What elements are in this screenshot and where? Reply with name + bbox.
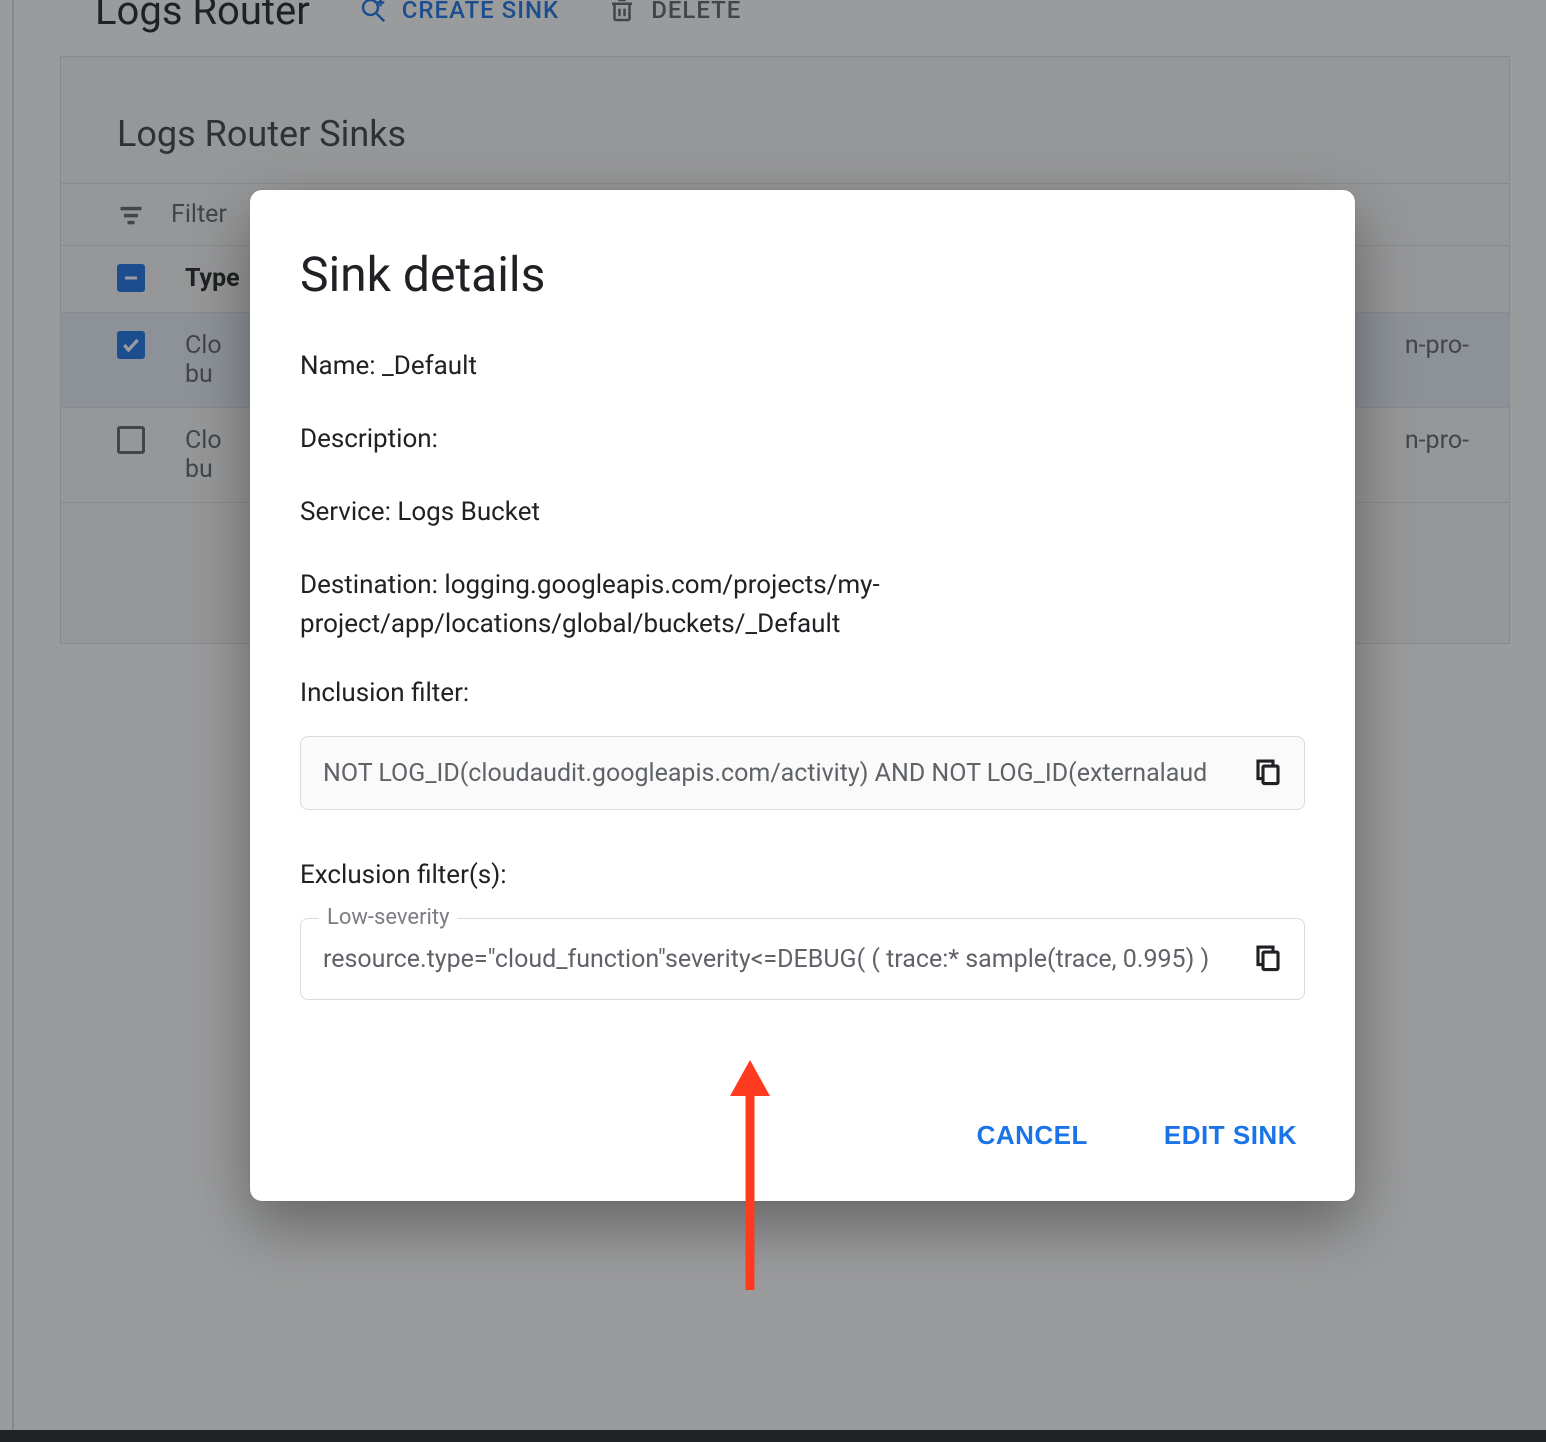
edit-sink-button[interactable]: EDIT SINK xyxy=(1156,1110,1305,1161)
copy-icon xyxy=(1253,942,1283,976)
app-root: Logs Router CREATE SINK DELETE Logs Rout… xyxy=(0,0,1546,1441)
copy-icon xyxy=(1253,756,1283,790)
field-destination: Destination: logging.googleapis.com/proj… xyxy=(300,566,1305,644)
copy-inclusion-button[interactable] xyxy=(1250,755,1286,791)
dialog-actions: CANCEL EDIT SINK xyxy=(300,1110,1305,1161)
sink-details-dialog: Sink details Name: _Default Description:… xyxy=(250,190,1355,1201)
exclusion-filter-label: Exclusion filter(s): xyxy=(300,860,1305,890)
exclusion-filter-value: resource.type="cloud_function"severity<=… xyxy=(323,945,1236,974)
inclusion-filter-value: NOT LOG_ID(cloudaudit.googleapis.com/act… xyxy=(323,759,1236,788)
cancel-button[interactable]: CANCEL xyxy=(969,1110,1096,1161)
field-name: Name: _Default xyxy=(300,347,1305,386)
field-description: Description: xyxy=(300,420,1305,459)
copy-exclusion-button[interactable] xyxy=(1250,941,1286,977)
field-service: Service: Logs Bucket xyxy=(300,493,1305,532)
exclusion-filter-box: Low-severity resource.type="cloud_functi… xyxy=(300,918,1305,1000)
bottom-border xyxy=(0,1430,1546,1442)
exclusion-filter-name: Low-severity xyxy=(319,905,457,930)
dialog-title: Sink details xyxy=(300,246,1305,303)
inclusion-filter-label: Inclusion filter: xyxy=(300,678,1305,708)
inclusion-filter-box: NOT LOG_ID(cloudaudit.googleapis.com/act… xyxy=(300,736,1305,810)
